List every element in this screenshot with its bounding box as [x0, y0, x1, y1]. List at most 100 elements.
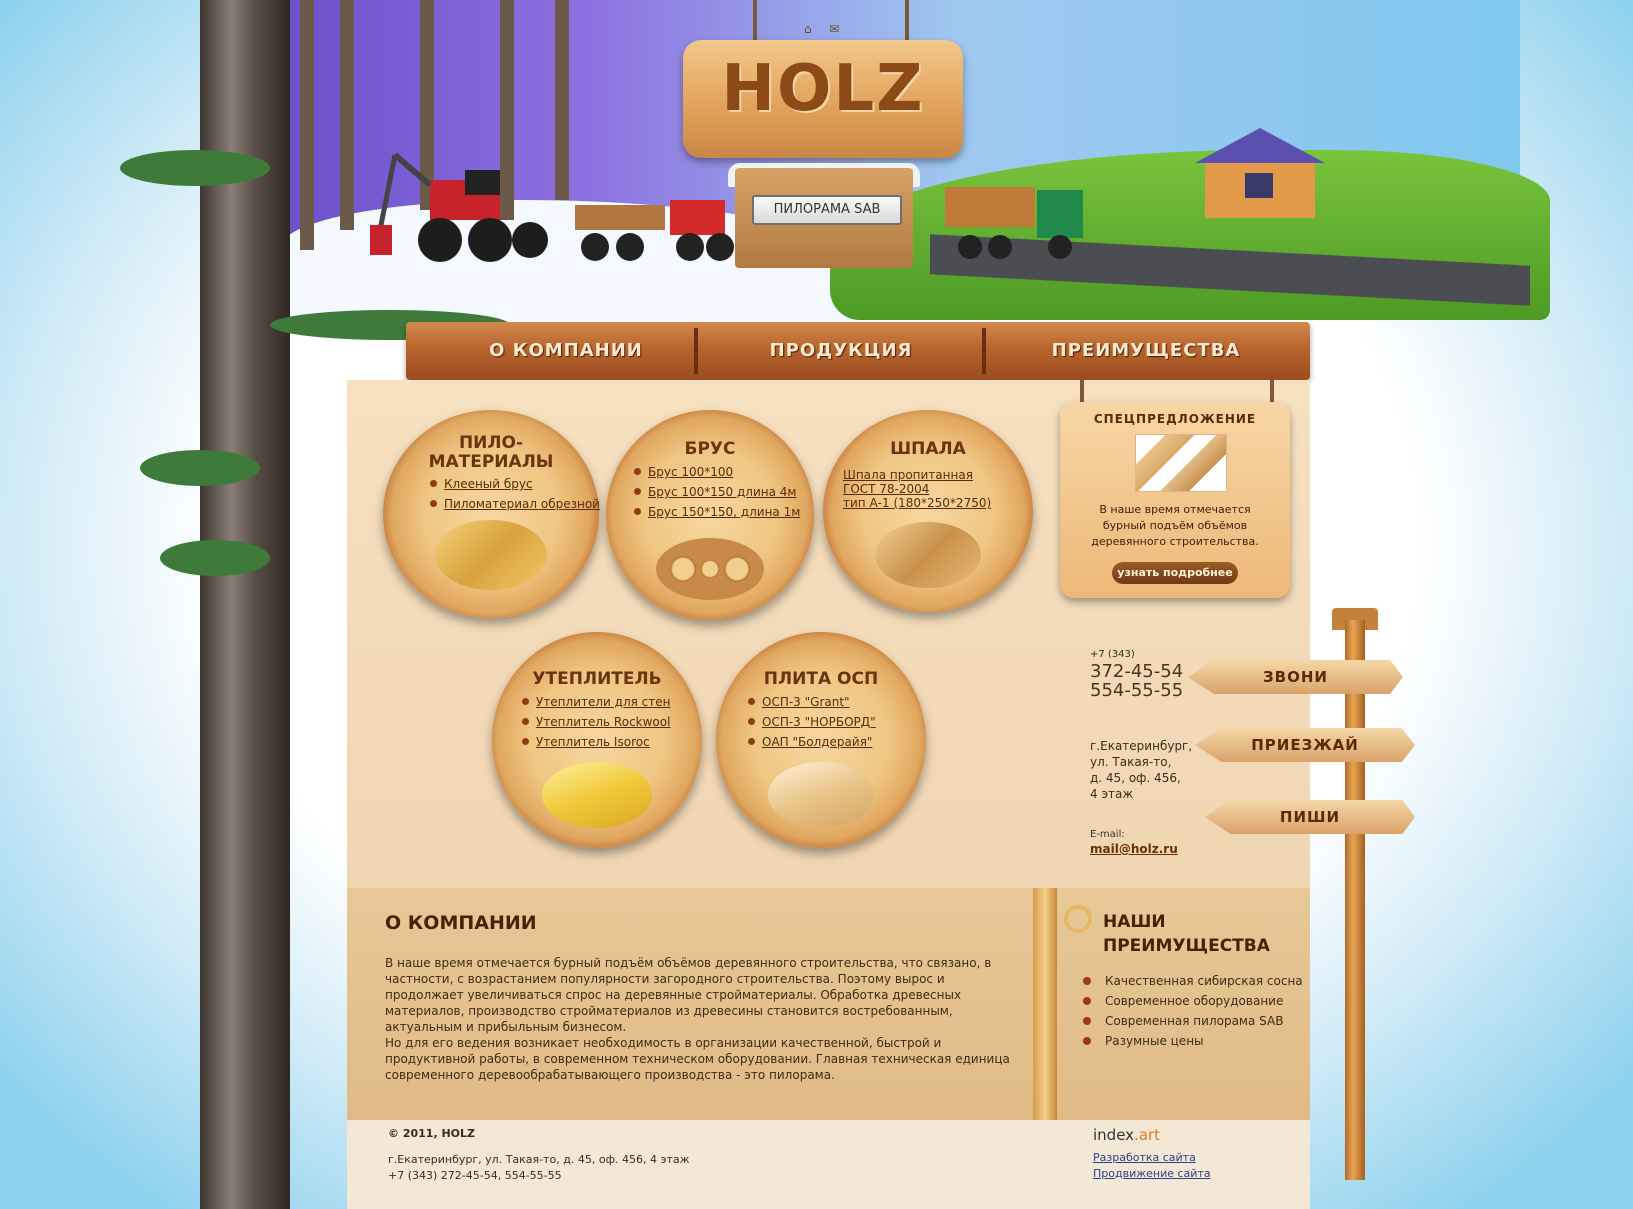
mail-icon[interactable]: ✉	[829, 23, 843, 35]
osb-photo	[768, 762, 874, 828]
promo-link[interactable]: Продвижение сайта	[1093, 1166, 1211, 1182]
forest-tree	[340, 0, 354, 230]
signpost	[1345, 620, 1365, 1180]
sign-visit[interactable]: ПРИЕЗЖАЙ	[1195, 728, 1415, 762]
nav-products[interactable]: ПРОДУКЦИЯ	[706, 322, 976, 380]
logo-sign[interactable]: HOLZ	[683, 40, 963, 158]
list-item: Брус 150*150, длина 1м	[634, 502, 800, 522]
ring-links: ОСП-3 "Grant" ОСП-3 "НОРБОРД" ОАП "Болде…	[748, 692, 876, 752]
bullet-icon	[430, 480, 437, 487]
nav-divider	[694, 328, 698, 374]
product-ring-osb[interactable]: ПЛИТА ОСП ОСП-3 "Grant" ОСП-3 "НОРБОРД" …	[716, 632, 926, 848]
nav-advantages[interactable]: ПРЕИМУЩЕСТВА	[996, 322, 1296, 380]
list-item: Брус 100*100	[634, 462, 800, 482]
bullet-icon	[748, 738, 755, 745]
swirl-icon	[1064, 905, 1092, 933]
bullet-icon	[522, 718, 529, 725]
product-link[interactable]: Утеплитель Rockwool	[536, 715, 670, 729]
email-label: E-mail:	[1090, 829, 1125, 840]
product-link[interactable]: Брус 100*100	[648, 465, 733, 479]
product-link[interactable]: ОСП-3 "НОРБОРД"	[762, 715, 876, 729]
logs-photo	[656, 538, 764, 600]
email-link[interactable]: mail@holz.ru	[1090, 842, 1210, 856]
product-link[interactable]: Брус 150*150, длина 1м	[648, 505, 800, 519]
bullet-icon	[634, 488, 641, 495]
sleepers-photo	[875, 522, 981, 588]
ring-links: Брус 100*100 Брус 100*150 длина 4м Брус …	[634, 462, 800, 522]
list-item: ОАП "Болдерайя"	[748, 732, 876, 752]
list-item: Шпала пропитанная ГОСТ 78-2004 тип А-1 (…	[843, 468, 991, 510]
about-text: В наше время отмечается бурный подъём об…	[385, 955, 1025, 1083]
product-link[interactable]: Брус 100*150 длина 4м	[648, 485, 796, 499]
product-link[interactable]: ОАП "Болдерайя"	[762, 735, 872, 749]
logo-text: HOLZ	[721, 52, 925, 126]
sign-call[interactable]: ЗВОНИ	[1188, 660, 1403, 694]
product-ring-beam[interactable]: БРУС Брус 100*100 Брус 100*150 длина 4м …	[606, 410, 814, 620]
offer-text: В наше время отмечается бурный подъём об…	[1091, 503, 1259, 548]
sign-chain	[753, 0, 757, 42]
bullet-icon	[634, 508, 641, 515]
lumber-photo	[435, 520, 547, 590]
ring-title: ШПАЛА	[890, 439, 966, 459]
list-item: Современная пилорама SAB	[1083, 1011, 1303, 1031]
list-item: Утеплители для стен	[522, 692, 670, 712]
advantage-text: Современное оборудование	[1105, 994, 1284, 1008]
bullet-icon	[1083, 997, 1091, 1005]
developer-links: Разработка сайта Продвижение сайта	[1093, 1150, 1211, 1182]
ring-links: Утеплители для стен Утеплитель Rockwool …	[522, 692, 670, 752]
home-icon[interactable]: ⌂	[804, 23, 818, 35]
phone-secondary: 554-55-55	[1090, 680, 1184, 701]
advantage-text: Современная пилорама SAB	[1105, 1014, 1284, 1028]
offer-title: СПЕЦПРЕДЛОЖЕНИЕ	[1093, 412, 1257, 426]
nav-divider	[982, 328, 986, 374]
list-item: Брус 100*150 длина 4м	[634, 482, 800, 502]
footer-phones: +7 (343) 272-45-54, 554-55-55	[388, 1169, 562, 1182]
insulation-photo	[542, 762, 652, 828]
ring-title: ПЛИТА ОСП	[763, 669, 879, 689]
bullet-icon	[1083, 977, 1091, 985]
product-ring-sleeper[interactable]: ШПАЛА Шпала пропитанная ГОСТ 78-2004 тип…	[823, 410, 1033, 612]
advantage-text: Разумные цены	[1105, 1034, 1204, 1048]
product-link[interactable]: Пиломатериал обрезной	[444, 497, 600, 511]
product-ring-insulation[interactable]: УТЕПЛИТЕЛЬ Утеплители для стен Утеплител…	[492, 632, 702, 848]
product-ring-lumber[interactable]: ПИЛО- МАТЕРИАЛЫ Клееный брус Пиломатериа…	[383, 410, 600, 618]
offer-image	[1135, 434, 1227, 492]
list-item: Клееный брус	[430, 474, 600, 494]
bullet-icon	[748, 698, 755, 705]
pine-branch	[160, 540, 270, 576]
list-item: Утеплитель Rockwool	[522, 712, 670, 732]
developer-logo-a: index	[1093, 1126, 1135, 1144]
list-item: ОСП-3 "НОРБОРД"	[748, 712, 876, 732]
product-link[interactable]: Шпала пропитанная ГОСТ 78-2004 тип А-1 (…	[843, 468, 991, 510]
advantages-list: Качественная сибирская сосна Современное…	[1083, 971, 1303, 1051]
product-link[interactable]: ОСП-3 "Grant"	[762, 695, 850, 709]
top-icons: ⌂ ✉	[804, 18, 849, 37]
sawmill-label[interactable]: ПИЛОРАМА SAB	[752, 195, 902, 225]
advantage-text: Качественная сибирская сосна	[1105, 974, 1303, 988]
product-link[interactable]: Клееный брус	[444, 477, 533, 491]
log-house-image	[1195, 128, 1325, 218]
offer-more-button[interactable]: узнать подробнее	[1112, 562, 1238, 584]
ring-title: БРУС	[684, 439, 736, 459]
about-title: О КОМПАНИИ	[385, 912, 537, 934]
sign-write[interactable]: ПИШИ	[1205, 800, 1415, 834]
bullet-icon	[634, 468, 641, 475]
ring-links: Клееный брус Пиломатериал обрезной	[430, 474, 600, 514]
dev-link[interactable]: Разработка сайта	[1093, 1150, 1211, 1166]
forest-tree	[555, 0, 569, 200]
about-paragraph: Но для его ведения возникает необходимос…	[385, 1036, 1010, 1082]
ring-links: Шпала пропитанная ГОСТ 78-2004 тип А-1 (…	[843, 468, 991, 510]
bullet-icon	[1083, 1017, 1091, 1025]
pine-branch	[140, 450, 260, 486]
nav-about[interactable]: О КОМПАНИИ	[466, 322, 666, 380]
product-link[interactable]: Утеплитель Isoroc	[536, 735, 650, 749]
main-nav: О КОМПАНИИ ПРОДУКЦИЯ ПРЕИМУЩЕСТВА	[406, 322, 1310, 380]
list-item: Разумные цены	[1083, 1031, 1303, 1051]
list-item: Пиломатериал обрезной	[430, 494, 600, 514]
forest-tree	[300, 0, 314, 250]
about-paragraph: В наше время отмечается бурный подъём об…	[385, 956, 992, 1034]
bullet-icon	[430, 500, 437, 507]
list-item: ОСП-3 "Grant"	[748, 692, 876, 712]
product-link[interactable]: Утеплители для стен	[536, 695, 670, 709]
developer-logo[interactable]: index.art	[1093, 1126, 1160, 1144]
